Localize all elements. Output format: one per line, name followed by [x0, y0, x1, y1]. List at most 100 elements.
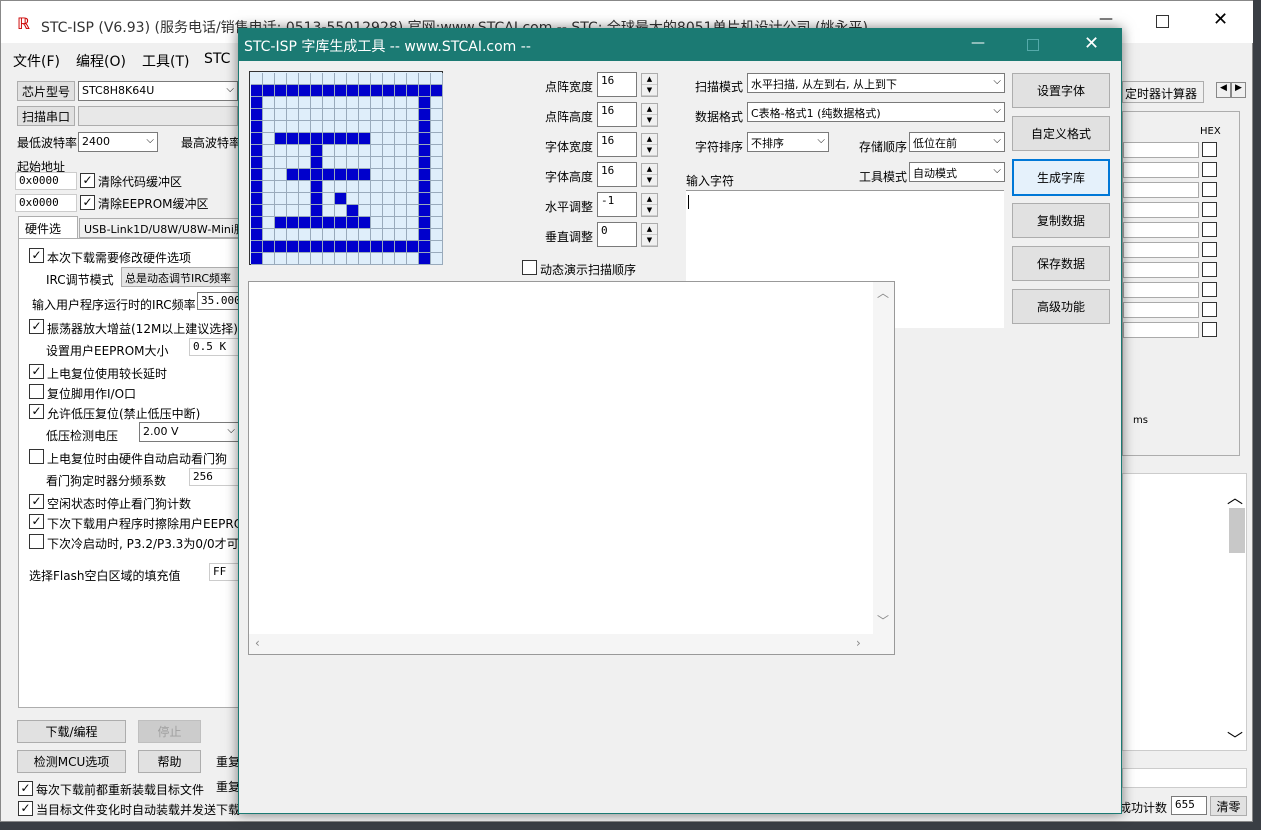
menu-program[interactable]: 编程(O): [76, 51, 126, 71]
pixel-cell[interactable]: [383, 73, 395, 85]
pixel-cell[interactable]: [347, 253, 359, 265]
min-baud-select[interactable]: 2400 ⌵: [78, 132, 158, 152]
pixel-cell[interactable]: [323, 109, 335, 121]
pixel-cell[interactable]: [419, 73, 431, 85]
pixel-grid[interactable]: [251, 73, 443, 265]
pixel-cell[interactable]: [299, 121, 311, 133]
wdt-div-input[interactable]: 256: [189, 468, 242, 486]
chip-model-select[interactable]: STC8H8K64U ⌵: [78, 81, 238, 101]
scrollbar-thumb[interactable]: [1229, 508, 1245, 553]
cold-boot-checkbox[interactable]: [29, 534, 44, 549]
pixel-cell[interactable]: [419, 133, 431, 145]
pixel-cell[interactable]: [287, 253, 299, 265]
pixel-cell[interactable]: [287, 145, 299, 157]
animate-scan-checkbox[interactable]: [522, 260, 537, 275]
pixel-cell[interactable]: [359, 205, 371, 217]
pixel-cell[interactable]: [323, 73, 335, 85]
data-format-select[interactable]: C表格-格式1 (纯数据格式) ⌵: [747, 102, 1005, 122]
pixel-cell[interactable]: [287, 241, 299, 253]
pixel-cell[interactable]: [311, 169, 323, 181]
pixel-cell[interactable]: [383, 109, 395, 121]
pixel-cell[interactable]: [347, 193, 359, 205]
pixel-cell[interactable]: [419, 121, 431, 133]
pixel-cell[interactable]: [431, 121, 443, 133]
pixel-cell[interactable]: [395, 157, 407, 169]
pixel-cell[interactable]: [395, 85, 407, 97]
pixel-cell[interactable]: [263, 253, 275, 265]
pixel-cell[interactable]: [323, 157, 335, 169]
pixel-cell[interactable]: [335, 193, 347, 205]
spin-down-icon[interactable]: ▼: [642, 235, 657, 246]
lvd-select[interactable]: 2.00 V ⌵: [139, 422, 239, 442]
pixel-cell[interactable]: [383, 205, 395, 217]
h-scrollbar[interactable]: ‹ ›: [249, 634, 894, 654]
spin-up-icon[interactable]: ▲: [642, 164, 657, 175]
reset-pin-checkbox[interactable]: [29, 384, 44, 399]
scroll-down-icon[interactable]: ﹀: [877, 612, 889, 629]
pixel-cell[interactable]: [323, 193, 335, 205]
pixel-cell[interactable]: [383, 193, 395, 205]
pixel-cell[interactable]: [431, 181, 443, 193]
pixel-cell[interactable]: [347, 85, 359, 97]
pixel-cell[interactable]: [383, 253, 395, 265]
pixel-cell[interactable]: [407, 205, 419, 217]
font-height-spinner[interactable]: ▲ ▼: [641, 163, 658, 187]
pixel-cell[interactable]: [359, 97, 371, 109]
generate-font-button[interactable]: 生成字库: [1012, 159, 1110, 196]
pixel-cell[interactable]: [395, 109, 407, 121]
pixel-cell[interactable]: [383, 241, 395, 253]
pixel-cell[interactable]: [299, 217, 311, 229]
pixel-cell[interactable]: [263, 121, 275, 133]
pixel-cell[interactable]: [419, 169, 431, 181]
pixel-cell[interactable]: [395, 205, 407, 217]
pixel-cell[interactable]: [323, 85, 335, 97]
pixel-cell[interactable]: [395, 217, 407, 229]
pixel-cell[interactable]: [407, 169, 419, 181]
pixel-cell[interactable]: [383, 97, 395, 109]
pixel-cell[interactable]: [347, 73, 359, 85]
stop-button[interactable]: 停止: [138, 720, 201, 743]
pixel-cell[interactable]: [335, 181, 347, 193]
send-row-5[interactable]: [1123, 222, 1199, 238]
pixel-cell[interactable]: [407, 73, 419, 85]
pixel-cell[interactable]: [275, 217, 287, 229]
download-button[interactable]: 下载/编程: [17, 720, 126, 743]
pixel-cell[interactable]: [287, 109, 299, 121]
pixel-cell[interactable]: [347, 229, 359, 241]
pixel-cell[interactable]: [251, 85, 263, 97]
send-row-6[interactable]: [1123, 242, 1199, 258]
pixel-cell[interactable]: [311, 133, 323, 145]
pixel-cell[interactable]: [359, 109, 371, 121]
pixel-cell[interactable]: [275, 73, 287, 85]
pixel-cell[interactable]: [335, 97, 347, 109]
pixel-cell[interactable]: [251, 169, 263, 181]
port-select[interactable]: [78, 106, 238, 126]
dialog-maximize-icon[interactable]: [1027, 39, 1039, 51]
pixel-cell[interactable]: [407, 241, 419, 253]
pixel-cell[interactable]: [263, 133, 275, 145]
spin-down-icon[interactable]: ▼: [642, 115, 657, 126]
pixel-cell[interactable]: [323, 145, 335, 157]
pixel-cell[interactable]: [287, 181, 299, 193]
pixel-cell[interactable]: [323, 205, 335, 217]
pixel-cell[interactable]: [431, 193, 443, 205]
pixel-cell[interactable]: [275, 157, 287, 169]
pixel-cell[interactable]: [371, 205, 383, 217]
irc-mode-select[interactable]: 总是动态调节IRC频率: [121, 267, 243, 287]
spin-up-icon[interactable]: ▲: [642, 134, 657, 145]
help-button[interactable]: 帮助: [138, 750, 201, 773]
hex-checkbox[interactable]: [1202, 242, 1217, 257]
pixel-cell[interactable]: [395, 193, 407, 205]
pixel-cell[interactable]: [359, 145, 371, 157]
pixel-cell[interactable]: [431, 97, 443, 109]
pixel-cell[interactable]: [347, 157, 359, 169]
pixel-cell[interactable]: [299, 193, 311, 205]
scroll-down-icon[interactable]: ﹀: [1227, 726, 1243, 750]
pixel-cell[interactable]: [347, 121, 359, 133]
pixel-cell[interactable]: [359, 253, 371, 265]
pixel-cell[interactable]: [275, 205, 287, 217]
pixel-cell[interactable]: [251, 145, 263, 157]
auto-load-checkbox[interactable]: ✓: [18, 801, 33, 816]
pixel-cell[interactable]: [299, 169, 311, 181]
pixel-cell[interactable]: [395, 229, 407, 241]
